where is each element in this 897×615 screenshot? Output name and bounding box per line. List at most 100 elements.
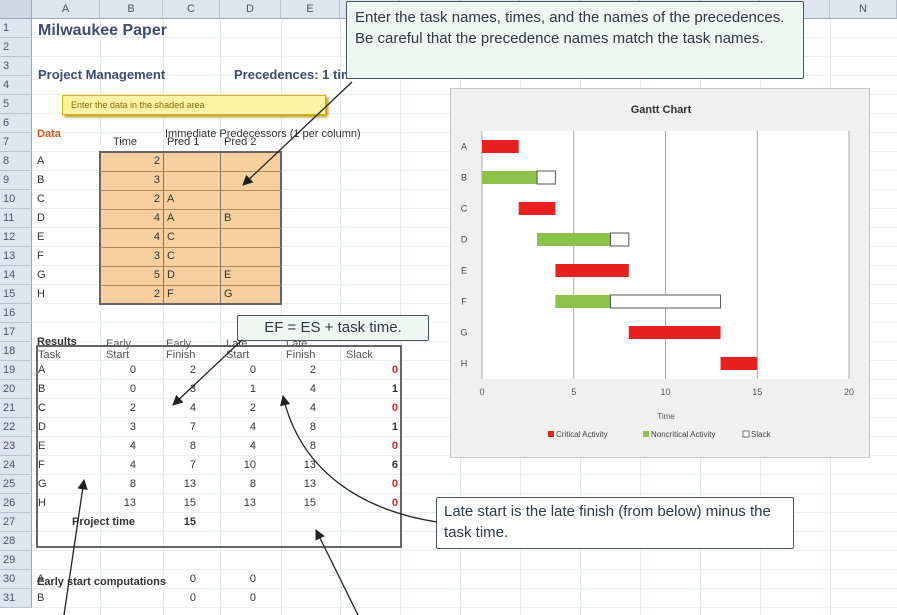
row-header-14[interactable]: 14: [0, 266, 32, 285]
early-v1-cell: 0: [189, 592, 196, 604]
row-header-23[interactable]: 23: [0, 437, 32, 456]
column-header-c[interactable]: C: [163, 0, 220, 19]
column-header-a[interactable]: A: [32, 0, 100, 19]
results-es-cell: 0: [129, 383, 136, 395]
row-header-19[interactable]: 19: [0, 361, 32, 380]
results-ls-cell: 10: [243, 459, 256, 471]
input-task-cell[interactable]: B: [37, 171, 44, 190]
y-tick-label: H: [461, 359, 468, 369]
column-header-n[interactable]: N: [830, 0, 897, 19]
results-task-cell: H: [38, 497, 46, 509]
input-pred1-cell[interactable]: A: [167, 209, 174, 228]
row-header-28[interactable]: 28: [0, 532, 32, 551]
spreadsheet[interactable]: ABCDEFGHIJKLMN 1234567891011121314151617…: [0, 0, 897, 615]
input-pred1-cell[interactable]: F: [167, 285, 174, 304]
row-header-25[interactable]: 25: [0, 475, 32, 494]
results-slack-cell: 0: [391, 402, 398, 414]
input-pred2-cell[interactable]: B: [224, 209, 231, 228]
input-time-cell[interactable]: 4: [100, 228, 160, 247]
row-header-31[interactable]: 31: [0, 589, 32, 608]
column-header-d[interactable]: D: [220, 0, 281, 19]
row-header-22[interactable]: 22: [0, 418, 32, 437]
results-lf-cell: 8: [309, 421, 316, 433]
row-header-30[interactable]: 30: [0, 570, 32, 589]
row-header-24[interactable]: 24: [0, 456, 32, 475]
results-task-cell: G: [38, 478, 47, 490]
row-header-27[interactable]: 27: [0, 513, 32, 532]
results-slack-cell: 6: [391, 459, 398, 471]
results-lf-cell: 15: [303, 497, 316, 509]
select-all-corner[interactable]: [0, 0, 32, 19]
row-header-10[interactable]: 10: [0, 190, 32, 209]
input-pred1-cell[interactable]: A: [167, 190, 174, 209]
results-slack-cell: 0: [391, 497, 398, 509]
row-header-20[interactable]: 20: [0, 380, 32, 399]
input-task-cell[interactable]: D: [37, 209, 45, 228]
results-ls-cell: 0: [249, 364, 256, 376]
results-ls-cell: 8: [249, 478, 256, 490]
row-header-16[interactable]: 16: [0, 304, 32, 323]
row-header-6[interactable]: 6: [0, 114, 32, 133]
results-slack-cell: 0: [391, 364, 398, 376]
row-header-4[interactable]: 4: [0, 76, 32, 95]
input-pred1-cell[interactable]: C: [167, 247, 175, 266]
row-header-2[interactable]: 2: [0, 38, 32, 57]
results-es-cell: 13: [123, 497, 136, 509]
input-time-cell[interactable]: 3: [100, 171, 160, 190]
results-ef-cell: 13: [183, 478, 196, 490]
column-header-b[interactable]: B: [100, 0, 163, 19]
input-time-cell[interactable]: 2: [100, 190, 160, 209]
column-header-e[interactable]: E: [281, 0, 340, 19]
input-task-cell[interactable]: G: [37, 266, 46, 285]
row-header-7[interactable]: 7: [0, 133, 32, 152]
gantt-bar-critical-activity: [518, 202, 556, 215]
legend-swatch: [643, 431, 649, 437]
results-task-cell: A: [38, 364, 46, 376]
results-task-cell: E: [38, 440, 46, 452]
input-pred1-cell[interactable]: D: [167, 266, 175, 285]
input-pred2-cell[interactable]: E: [224, 266, 231, 285]
input-task-cell[interactable]: A: [37, 152, 44, 171]
input-time-cell[interactable]: 2: [100, 152, 160, 171]
row-header-3[interactable]: 3: [0, 57, 32, 76]
row-header-29[interactable]: 29: [0, 551, 32, 570]
row-header-17[interactable]: 17: [0, 323, 32, 342]
row-header-21[interactable]: 21: [0, 399, 32, 418]
input-task-cell[interactable]: H: [37, 285, 45, 304]
legend-swatch: [548, 431, 554, 437]
results-lf-cell: 2: [309, 364, 316, 376]
results-slack-cell: 0: [391, 440, 398, 452]
row-header-18[interactable]: 18: [0, 342, 32, 361]
row-header-9[interactable]: 9: [0, 171, 32, 190]
results-lf-cell: 8: [309, 440, 316, 452]
row-header-12[interactable]: 12: [0, 228, 32, 247]
row-header-5[interactable]: 5: [0, 95, 32, 114]
x-tick-label: 20: [844, 387, 854, 397]
legend-label: Critical Activity: [556, 430, 608, 439]
input-time-cell[interactable]: 2: [100, 285, 160, 304]
input-task-cell[interactable]: F: [37, 247, 44, 266]
results-es-cell: 4: [129, 440, 136, 452]
input-time-cell[interactable]: 5: [100, 266, 160, 285]
input-time-cell[interactable]: 4: [100, 209, 160, 228]
results-slack-cell: 1: [391, 383, 398, 395]
input-task-cell[interactable]: E: [37, 228, 44, 247]
row-header-8[interactable]: 8: [0, 152, 32, 171]
y-tick-label: E: [461, 266, 467, 276]
row-header-1[interactable]: 1: [0, 19, 32, 38]
project-time-label: Project time: [72, 516, 135, 528]
input-pred1-cell[interactable]: C: [167, 228, 175, 247]
row-header-13[interactable]: 13: [0, 247, 32, 266]
sheet-title: Milwaukee Paper: [38, 22, 167, 39]
grid-hline: [32, 550, 897, 551]
row-header-26[interactable]: 26: [0, 494, 32, 513]
results-es-cell: 0: [129, 364, 136, 376]
row-header-11[interactable]: 11: [0, 209, 32, 228]
input-time-cell[interactable]: 3: [100, 247, 160, 266]
row-header-15[interactable]: 15: [0, 285, 32, 304]
results-task-cell: F: [38, 459, 45, 471]
input-task-cell[interactable]: C: [37, 190, 45, 209]
gantt-chart[interactable]: Gantt Chart 0 5 10 15 20 A B C D E F G H Time Critical …: [450, 88, 870, 458]
input-pred2-cell[interactable]: G: [224, 285, 233, 304]
results-slack-cell: 0: [391, 478, 398, 490]
